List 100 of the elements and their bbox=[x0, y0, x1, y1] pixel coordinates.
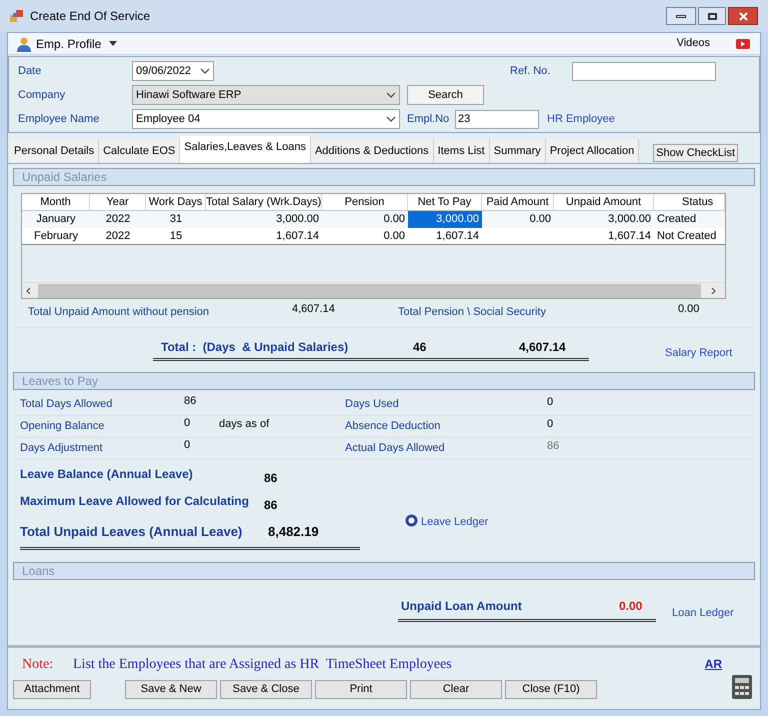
summary-value: 86 bbox=[264, 470, 278, 486]
table-cell-text: 0.00 bbox=[382, 229, 406, 244]
column-header: Total Salary (Wrk.Days) bbox=[206, 194, 322, 210]
hr-employee-label: HR Employee bbox=[547, 112, 615, 127]
tab[interactable]: Calculate EOS bbox=[99, 139, 180, 163]
field-label: Days Used bbox=[345, 397, 400, 412]
note-text: List the Employees that are Assigned as HR TimeSheet Employees bbox=[73, 656, 452, 674]
total-unpaid-label: Total Unpaid Amount without pension bbox=[28, 304, 210, 320]
unpaid-loan-label: Unpaid Loan Amount bbox=[401, 598, 523, 615]
profile-menu[interactable]: Emp. Profile bbox=[16, 34, 118, 52]
field-label: Days Adjustment bbox=[20, 441, 104, 456]
close-button[interactable] bbox=[728, 7, 758, 25]
summary-label: Maximum Leave Allowed for Calculating bbox=[20, 492, 250, 510]
unpaid-loan-value: 0.00 bbox=[619, 598, 642, 615]
field-value: 0 bbox=[184, 438, 192, 454]
action-button[interactable]: Clear bbox=[410, 680, 502, 699]
table-cell-text: 1,607.14 bbox=[607, 229, 652, 244]
table-cell-text: 2022 bbox=[104, 212, 132, 227]
table-cell-text: 3,000.00 bbox=[275, 212, 320, 227]
table-cell-text: 15 bbox=[168, 229, 184, 244]
field-label: Date bbox=[18, 64, 42, 79]
salary-report-link[interactable]: Salary Report bbox=[665, 344, 732, 362]
action-button[interactable]: Save & Close bbox=[220, 680, 312, 699]
field-label: Absence Deduction bbox=[345, 419, 442, 434]
column-header: Status bbox=[654, 194, 725, 210]
tab[interactable]: Salaries,Leaves & Loans bbox=[180, 136, 311, 163]
field-label: Empl.No bbox=[407, 112, 450, 127]
show-checklist-button[interactable]: Show CheckList bbox=[653, 144, 738, 162]
table-cell-text: 0.00 bbox=[382, 212, 406, 227]
chevron-down-icon bbox=[200, 68, 210, 74]
field-label: Ref. No. bbox=[510, 64, 552, 79]
summary-value: 86 bbox=[264, 496, 278, 514]
empl-no-field[interactable]: 23 bbox=[455, 110, 539, 128]
minimize-button[interactable] bbox=[666, 7, 696, 25]
column-header: Paid Amount bbox=[482, 194, 554, 210]
search-button[interactable]: Search bbox=[407, 85, 484, 105]
date-picker[interactable]: 09/06/2022 bbox=[132, 61, 214, 81]
close-icon bbox=[738, 12, 748, 20]
summary-label: Leave Balance (Annual Leave) bbox=[20, 466, 194, 482]
column-header: Unpaid Amount bbox=[554, 194, 654, 210]
section-header: Loans bbox=[13, 562, 755, 580]
window-title: Create End Of Service bbox=[30, 8, 150, 25]
tab[interactable]: Project Allocation bbox=[546, 139, 640, 163]
note-label: Note: bbox=[22, 656, 54, 674]
dropdown-arrow-icon bbox=[109, 41, 118, 46]
action-button[interactable]: Save & New bbox=[125, 680, 217, 699]
table-cell-text: Created bbox=[656, 212, 698, 227]
person-icon bbox=[16, 36, 32, 52]
grand-total-label: Total : (Days & Unpaid Salaries) bbox=[161, 338, 350, 356]
field-value: 0 bbox=[547, 417, 554, 432]
table-cell-text: 1,607.14 bbox=[275, 229, 320, 244]
total-unpaid-value: 4,607.14 bbox=[292, 302, 336, 317]
chevron-down-icon bbox=[386, 116, 396, 122]
column-header: Month bbox=[22, 194, 90, 210]
action-button[interactable]: Print bbox=[315, 680, 407, 699]
field-value: 0 bbox=[547, 395, 554, 410]
tab[interactable]: Personal Details bbox=[10, 139, 100, 163]
table-cell-text: February bbox=[32, 229, 80, 244]
app-icon bbox=[10, 9, 24, 23]
table-cell-text: 31 bbox=[168, 212, 184, 227]
field-suffix: days as of bbox=[219, 417, 270, 432]
chevron-down-icon bbox=[386, 92, 396, 98]
section-header: Unpaid Salaries bbox=[13, 168, 755, 186]
tab[interactable]: Items List bbox=[434, 139, 490, 163]
column-header: Net To Pay bbox=[408, 194, 482, 210]
employee-dropdown[interactable]: Employee 04 bbox=[132, 109, 400, 129]
table-cell-text: 2022 bbox=[104, 229, 132, 244]
tab[interactable]: Additions & Deductions bbox=[310, 139, 434, 163]
scrollbar-thumb[interactable] bbox=[38, 284, 701, 298]
column-header: Work Days bbox=[146, 194, 206, 210]
total-pension-label: Total Pension \ Social Security bbox=[398, 304, 547, 320]
table-cell-text: 3,000.00 bbox=[607, 212, 652, 227]
summary-value: 8,482.19 bbox=[268, 522, 319, 541]
restore-button[interactable] bbox=[698, 7, 726, 25]
loan-ledger-link[interactable]: Loan Ledger bbox=[672, 605, 734, 622]
table-cell-text: 0.00 bbox=[528, 212, 552, 227]
section-header: Leaves to Pay bbox=[13, 372, 755, 390]
column-header: Year bbox=[90, 194, 146, 210]
field-label: Actual Days Allowed bbox=[345, 441, 446, 456]
field-label: Opening Balance bbox=[20, 419, 106, 434]
table-cell-text: January bbox=[35, 212, 77, 227]
column-header: Pension bbox=[322, 194, 408, 210]
calculator-icon[interactable] bbox=[732, 674, 752, 698]
ref-no-field[interactable] bbox=[572, 62, 716, 80]
grand-total-days: 46 bbox=[413, 338, 519, 356]
video-play-icon[interactable] bbox=[736, 38, 750, 48]
tab[interactable]: Summary bbox=[490, 139, 546, 163]
field-label: Employee Name bbox=[18, 112, 100, 127]
summary-label: Total Unpaid Leaves (Annual Leave) bbox=[20, 522, 244, 541]
ar-link[interactable]: AR bbox=[704, 655, 722, 673]
action-button[interactable]: Close (F10) bbox=[505, 680, 597, 699]
leave-ledger-link[interactable]: Leave Ledger bbox=[421, 514, 488, 530]
videos-button[interactable]: Videos bbox=[676, 35, 710, 52]
grand-total-amount: 4,607.14 bbox=[519, 338, 566, 356]
table-cell: 3,000.00 bbox=[408, 211, 482, 228]
field-value: 86 bbox=[547, 439, 560, 454]
action-button[interactable]: Attachment bbox=[13, 680, 91, 699]
field-value: 0 bbox=[184, 416, 192, 432]
table-cell-text: 1,607.14 bbox=[435, 229, 480, 244]
field-label: Total Days Allowed bbox=[20, 397, 114, 412]
